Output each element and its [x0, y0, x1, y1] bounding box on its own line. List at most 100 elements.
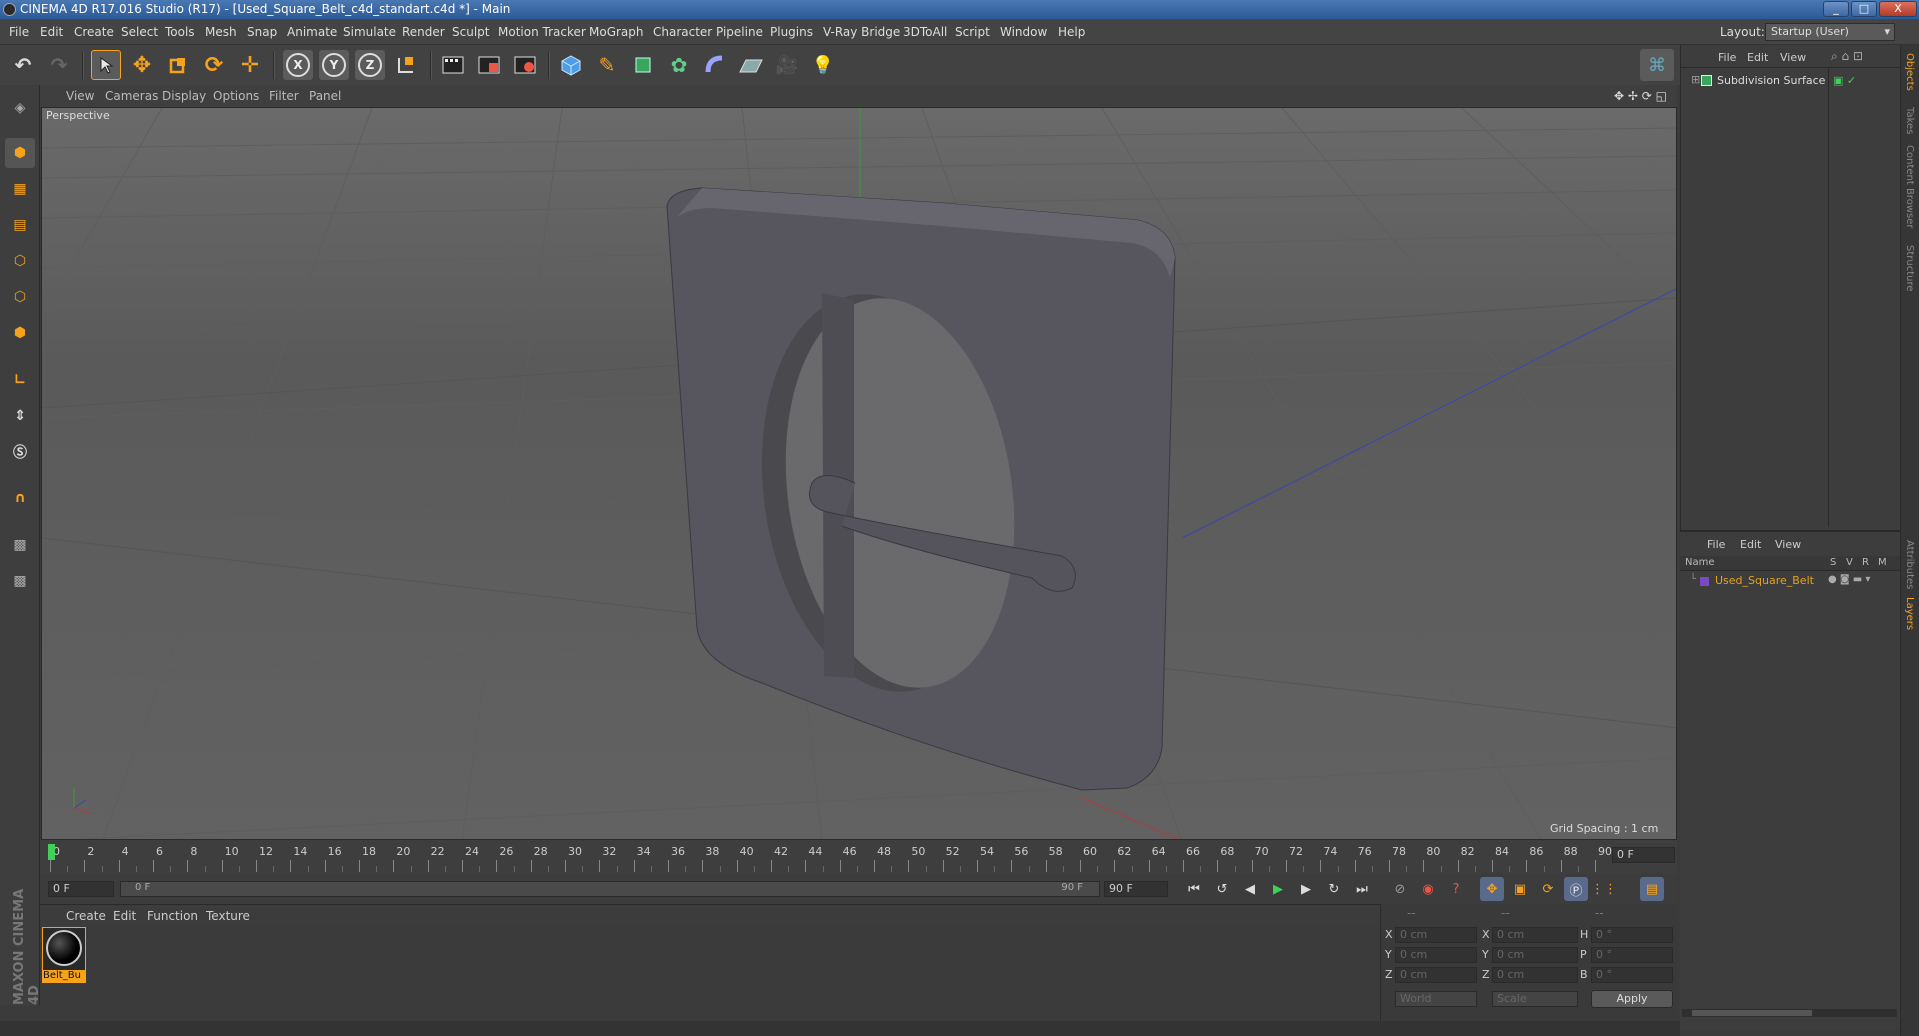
timeline-playhead[interactable]: [48, 844, 55, 860]
subdivision-nurbs-icon[interactable]: [628, 50, 658, 80]
menu-create[interactable]: Create: [74, 25, 114, 39]
edges-mode-icon[interactable]: ⬡: [5, 282, 35, 312]
menu-plugins[interactable]: Plugins: [770, 25, 813, 39]
keyframe-selection-icon[interactable]: ?: [1444, 877, 1468, 901]
enabled-check-icon[interactable]: ▣ ✓: [1833, 74, 1856, 87]
tweak-mode-icon[interactable]: ⇕: [5, 401, 35, 431]
polygons-mode-icon[interactable]: ⬢: [5, 318, 35, 348]
viewport-menu-cameras[interactable]: Cameras: [105, 89, 158, 103]
undo-icon[interactable]: ↶: [8, 50, 38, 80]
mograph-cloner-icon[interactable]: ✿: [664, 50, 694, 80]
size-z-field[interactable]: 0 cm: [1492, 967, 1578, 983]
go-to-start-icon[interactable]: ⏮: [1182, 877, 1206, 901]
layer-menu-view[interactable]: View: [1775, 538, 1801, 551]
position-y-field[interactable]: 0 cm: [1395, 947, 1477, 963]
key-position-icon[interactable]: ✥: [1480, 877, 1504, 901]
menu-window[interactable]: Window: [1000, 25, 1047, 39]
layer-scrollbar[interactable]: [1682, 1009, 1897, 1017]
viewport-menu-filter[interactable]: Filter: [269, 89, 299, 103]
play-icon[interactable]: ▶: [1266, 877, 1290, 901]
planar-workplane-icon[interactable]: ▩: [5, 566, 35, 596]
y-axis-lock-button[interactable]: Y: [319, 50, 349, 80]
lock-workplane-icon[interactable]: ▩: [5, 530, 35, 560]
position-z-field[interactable]: 0 cm: [1395, 967, 1477, 983]
object-search-icon[interactable]: ⌕ ⌂ ⊡: [1831, 49, 1863, 64]
move-tool-icon[interactable]: ✥: [127, 50, 157, 80]
viewport-menu-options[interactable]: Options: [213, 89, 259, 103]
key-scale-icon[interactable]: ▣: [1508, 877, 1532, 901]
minimize-button[interactable]: _: [1823, 1, 1849, 17]
layer-row[interactable]: └ Used_Square_Belt ● ◙ ▬ ▾: [1680, 574, 1900, 589]
menu-render[interactable]: Render: [402, 25, 445, 39]
x-axis-lock-button[interactable]: X: [283, 50, 313, 80]
menu-pipeline[interactable]: Pipeline: [716, 25, 763, 39]
object-menu-file[interactable]: File: [1718, 51, 1736, 64]
render-settings-icon[interactable]: [510, 50, 540, 80]
menu-help[interactable]: Help: [1058, 25, 1085, 39]
workplane-icon[interactable]: ▤: [5, 210, 35, 240]
rotation-h-field[interactable]: 0 °: [1591, 927, 1673, 943]
snap-s-icon[interactable]: Ⓢ: [5, 437, 35, 467]
layout-select[interactable]: Startup (User) ▾: [1765, 23, 1895, 41]
object-menu-view[interactable]: View: [1780, 51, 1806, 64]
key-parameter-icon[interactable]: Ⓟ: [1564, 877, 1588, 901]
menu-select[interactable]: Select: [121, 25, 158, 39]
material-swatch[interactable]: Belt_Bu: [42, 927, 86, 983]
key-rotation-icon[interactable]: ⟳: [1536, 877, 1560, 901]
tab-layers[interactable]: Layers: [1904, 597, 1915, 630]
material-menu-texture[interactable]: Texture: [206, 909, 250, 923]
menu-file[interactable]: File: [9, 25, 29, 39]
axis-mode-icon[interactable]: ∟: [5, 365, 35, 395]
menu-sculpt[interactable]: Sculpt: [452, 25, 489, 39]
viewport-menu-view[interactable]: View: [66, 89, 94, 103]
layer-menu-edit[interactable]: Edit: [1740, 538, 1761, 551]
record-key-icon[interactable]: ⊘: [1388, 877, 1412, 901]
points-mode-icon[interactable]: ⬡: [5, 246, 35, 276]
object-menu-edit[interactable]: Edit: [1747, 51, 1768, 64]
menu-vray-bridge[interactable]: V-Ray Bridge: [823, 25, 900, 39]
menu-simulate[interactable]: Simulate: [343, 25, 396, 39]
menu-script[interactable]: Script: [955, 25, 990, 39]
scale-tool-icon[interactable]: [163, 50, 193, 80]
menu-mesh[interactable]: Mesh: [205, 25, 237, 39]
previous-frame-icon[interactable]: ◀: [1238, 877, 1262, 901]
viewport-navigate-icons[interactable]: ✥ ✢ ⟳ ◱: [1614, 89, 1667, 103]
material-menu-function[interactable]: Function: [147, 909, 198, 923]
apply-button[interactable]: Apply: [1591, 990, 1673, 1008]
menu-mograph[interactable]: MoGraph: [589, 25, 644, 39]
cube-primitive-icon[interactable]: [556, 50, 586, 80]
menu-tools[interactable]: Tools: [165, 25, 195, 39]
tab-content-browser[interactable]: Content Browser: [1904, 145, 1915, 228]
end-frame-field[interactable]: 90 F: [1104, 881, 1168, 897]
timeline-window-icon[interactable]: ▤: [1640, 877, 1664, 901]
key-pla-icon[interactable]: ⋮⋮: [1591, 877, 1617, 901]
position-x-field[interactable]: 0 cm: [1395, 927, 1477, 943]
select-arrow-icon[interactable]: [91, 50, 121, 80]
rotation-b-field[interactable]: 0 °: [1591, 967, 1673, 983]
perspective-viewport[interactable]: Perspective Grid Spacing : 1 cm: [41, 107, 1677, 840]
viewport-menu-panel[interactable]: Panel: [309, 89, 341, 103]
tab-objects[interactable]: Objects: [1904, 53, 1915, 91]
menu-motion-tracker[interactable]: Motion Tracker: [498, 25, 586, 39]
z-axis-lock-button[interactable]: Z: [355, 50, 385, 80]
expand-icon[interactable]: ⊞: [1691, 73, 1700, 86]
layer-scrollbar-thumb[interactable]: [1692, 1010, 1812, 1016]
transform-tool-icon[interactable]: ✛: [235, 50, 265, 80]
start-frame-field[interactable]: 0 F: [48, 881, 114, 897]
model-mode-icon[interactable]: ⬢: [5, 138, 35, 168]
previous-key-icon[interactable]: ↺: [1210, 877, 1234, 901]
menu-edit[interactable]: Edit: [40, 25, 63, 39]
layer-menu-file[interactable]: File: [1707, 538, 1725, 551]
belt-buckle-model[interactable]: [666, 187, 1176, 791]
maximize-button[interactable]: □: [1851, 1, 1877, 17]
camera-icon[interactable]: 🎥: [772, 50, 802, 80]
deformer-icon[interactable]: [700, 50, 730, 80]
go-to-end-icon[interactable]: ⏭: [1350, 877, 1374, 901]
coordinate-system-icon[interactable]: [391, 50, 421, 80]
close-button[interactable]: X: [1879, 1, 1917, 17]
material-menu-create[interactable]: Create: [66, 909, 106, 923]
menu-snap[interactable]: Snap: [247, 25, 277, 39]
make-editable-icon[interactable]: ◈: [5, 93, 35, 123]
menu-3dtoall[interactable]: 3DToAll: [903, 25, 947, 39]
timeline-ruler[interactable]: 0 2 4 6 8 10 12 14 16 18 20 22 24 26 28 30 32 34 36 38 40 42 4…: [40, 840, 1677, 874]
